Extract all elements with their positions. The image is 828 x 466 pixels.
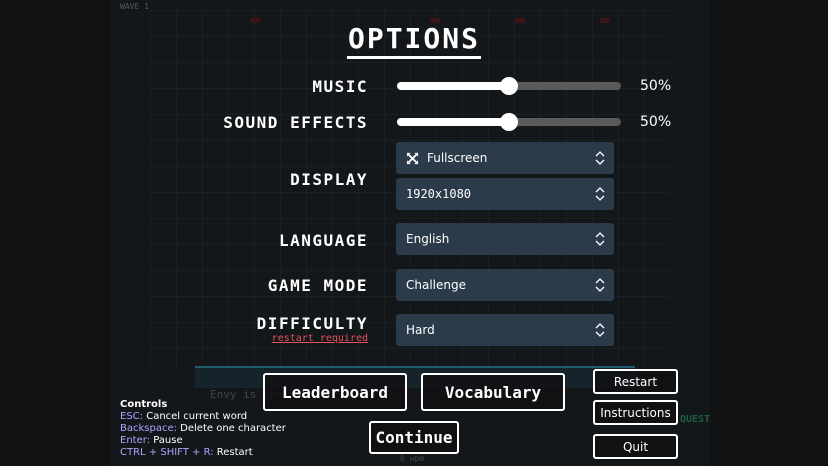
control-row: Enter: Pause [120,435,286,447]
language-label: LANGUAGE [278,231,368,250]
controls-help: Controls ESC: Cancel current word Backsp… [120,399,286,459]
quit-button[interactable]: Quit [593,434,678,459]
vocabulary-button[interactable]: Vocabulary [421,373,565,411]
chevron-up-down-icon [595,187,605,201]
chevron-up-down-icon [595,151,605,165]
game-mode-value: Challenge [406,278,466,292]
instructions-button[interactable]: Instructions [593,400,678,425]
language-dropdown[interactable]: English [396,223,614,255]
typing-bar [195,366,635,388]
resolution-value: 1920x1080 [406,187,472,201]
music-label: MUSIC [312,77,368,96]
control-row: ESC: Cancel current word [120,411,286,423]
game-mode-dropdown[interactable]: Challenge [396,269,614,301]
control-key: Enter: [120,435,151,446]
control-key: CTRL + SHIFT + R: [120,447,214,458]
control-desc: Pause [150,435,183,446]
control-row: CTRL + SHIFT + R: Restart [120,447,286,459]
difficulty-value: Hard [406,323,435,337]
title-underline [347,56,481,59]
sound-effects-slider[interactable] [397,113,621,131]
control-key: ESC: [120,411,144,422]
difficulty-dropdown[interactable]: Hard [396,314,614,346]
music-slider-knob[interactable] [500,77,518,95]
page-title: OPTIONS [347,22,480,55]
display-mode-dropdown[interactable]: Fullscreen [396,142,614,174]
language-value: English [406,232,450,246]
sound-effects-slider-knob[interactable] [500,113,518,131]
quest-label: QUEST [680,414,711,425]
display-mode-value: Fullscreen [427,151,488,165]
control-key: Backspace: [120,423,177,434]
music-slider[interactable] [397,77,621,95]
music-value: 50% [640,78,672,94]
control-row: Backspace: Delete one character [120,423,286,435]
wpm-readout: 0 wpm [400,454,425,463]
resolution-dropdown[interactable]: 1920x1080 [396,178,614,210]
game-mode-label: GAME MODE [267,276,368,295]
sound-effects-value: 50% [640,114,672,130]
restart-button[interactable]: Restart [593,369,678,394]
control-desc: Cancel current word [143,411,248,422]
chevron-up-down-icon [595,232,605,246]
sound-effects-slider-fill [397,118,509,126]
display-label: DISPLAY [290,170,368,189]
continue-button[interactable]: Continue [369,421,459,454]
controls-title: Controls [120,399,168,410]
wave-indicator: WAVE 1 [120,2,149,11]
control-desc: Delete one character [176,423,286,434]
difficulty-label: DIFFICULTY [256,314,368,333]
chevron-up-down-icon [595,323,605,337]
restart-required-note: restart required [271,333,368,344]
chevron-up-down-icon [595,278,605,292]
fullscreen-icon [406,152,419,164]
sound-effects-label: SOUND EFFECTS [223,113,368,132]
control-desc: Restart [213,447,253,458]
music-slider-fill [397,82,509,90]
